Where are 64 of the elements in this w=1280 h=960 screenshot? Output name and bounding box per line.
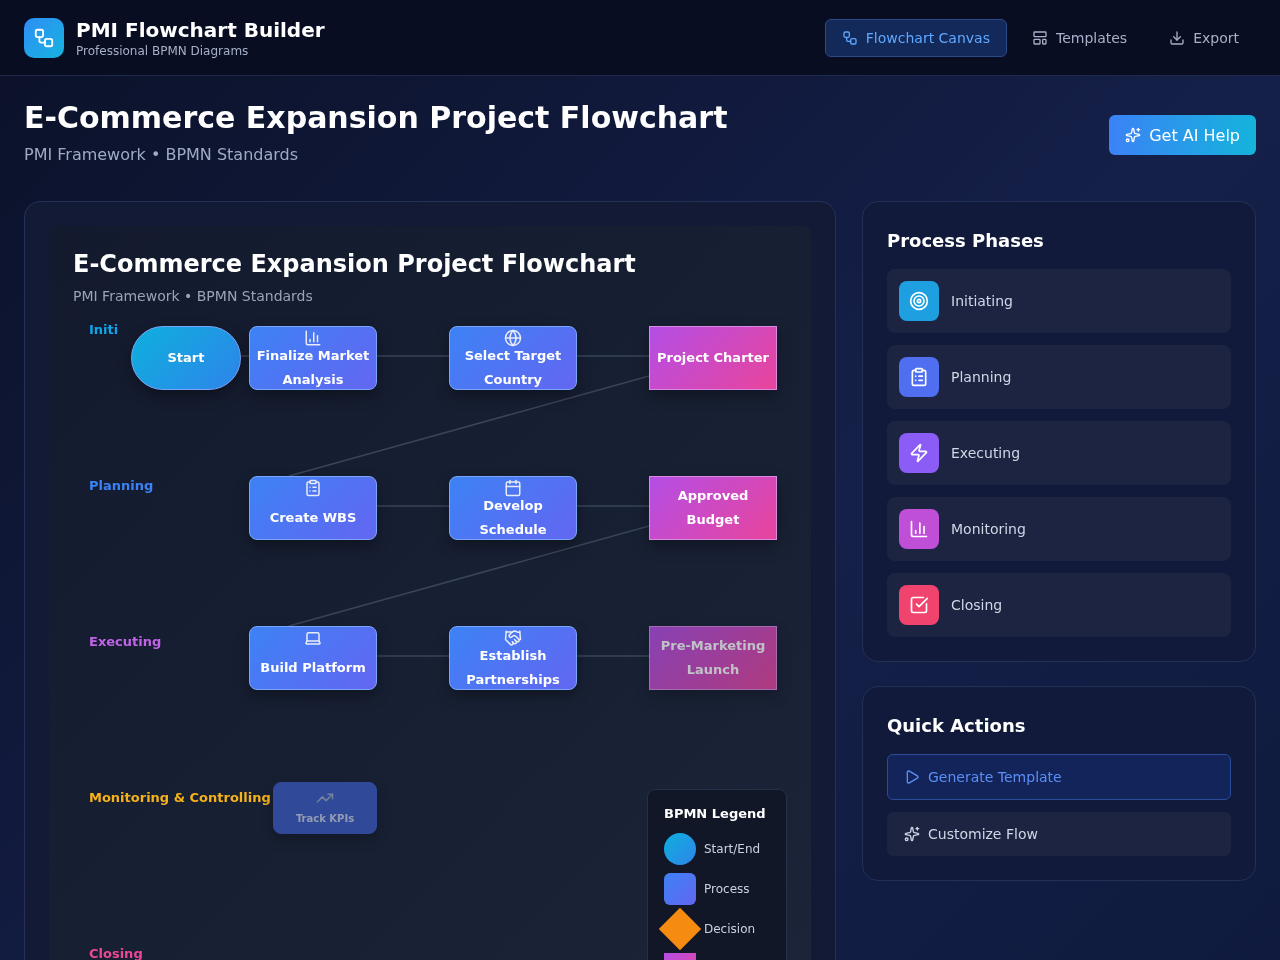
page-subtitle: PMI Framework • BPMN Standards xyxy=(24,145,300,164)
process-node[interactable]: Finalize Market Analysis xyxy=(249,326,377,390)
phase-item[interactable]: Executing xyxy=(887,421,1231,485)
legend-title: BPMN Legend xyxy=(664,806,767,821)
phase-label: Monitoring xyxy=(951,521,1026,537)
phase-item[interactable]: Initiating xyxy=(887,269,1231,333)
phase-label: Closing xyxy=(951,597,1003,613)
phase-item[interactable]: Monitoring xyxy=(887,497,1231,561)
calendar-icon xyxy=(504,479,522,497)
target-icon xyxy=(909,291,929,311)
process-node[interactable]: Build Platform xyxy=(249,626,377,690)
phase-item[interactable]: Planning xyxy=(887,345,1231,409)
start-event[interactable]: Start xyxy=(131,326,241,390)
lightning-icon xyxy=(909,443,929,463)
laptop-icon xyxy=(304,629,322,647)
play-icon xyxy=(904,769,920,785)
deliverable-node[interactable]: Pre-Marketing Launch xyxy=(649,626,777,690)
checkbox-icon xyxy=(909,595,929,615)
legend-swatch xyxy=(664,873,696,905)
canvas-title: E-Commerce Expansion Project Flowchart xyxy=(73,250,636,278)
download-icon xyxy=(1169,29,1186,46)
canvas-subtitle: PMI Framework • BPMN Standards xyxy=(73,288,314,304)
action-button[interactable]: Customize Flow xyxy=(887,812,1231,856)
lane-label: Planning xyxy=(89,478,154,493)
app-name: PMI Flowchart Builder xyxy=(76,17,325,42)
phase-item[interactable]: Closing xyxy=(887,573,1231,637)
lane-label: Initi xyxy=(89,322,119,337)
action-button[interactable]: Generate Template xyxy=(887,754,1231,800)
nav-tab[interactable]: Templates xyxy=(1015,18,1145,57)
deliverable-node[interactable]: Project Charter xyxy=(649,326,777,390)
legend-label: Decision xyxy=(704,922,756,936)
process-node[interactable]: Develop Schedule xyxy=(449,476,577,540)
card-title: Quick Actions xyxy=(887,715,1027,736)
process-node[interactable]: Track KPIs xyxy=(273,782,377,834)
app-tagline: Professional BPMN Diagrams xyxy=(76,43,250,58)
legend-label: Process xyxy=(704,882,750,896)
ai-help-button[interactable]: Get AI Help xyxy=(1109,115,1256,155)
process-node[interactable]: Create WBS xyxy=(249,476,377,540)
phase-label: Executing xyxy=(951,445,1021,461)
app-logo xyxy=(24,17,64,58)
clipboard-icon xyxy=(304,479,322,497)
phase-label: Planning xyxy=(951,369,1012,385)
card-title: Process Phases xyxy=(887,230,1045,251)
legend-swatch xyxy=(664,833,696,865)
nav-tab[interactable]: Export xyxy=(1152,18,1256,57)
nav-tab[interactable]: Flowchart Canvas xyxy=(824,18,1007,57)
legend-label: Start/End xyxy=(704,842,761,856)
bar-chart-icon xyxy=(909,519,929,539)
lane-label: Closing xyxy=(89,946,143,960)
bar-chart-icon xyxy=(304,329,322,347)
flowchart-icon xyxy=(841,29,858,46)
layout-icon xyxy=(1032,29,1048,46)
deliverable-node[interactable]: Approved Budget xyxy=(649,476,777,540)
clipboard-icon xyxy=(909,367,929,387)
process-node[interactable]: Select Target Country xyxy=(449,326,577,390)
process-node[interactable]: Establish Partnerships xyxy=(449,626,577,690)
page-title: E-Commerce Expansion Project Flowchart xyxy=(24,100,728,135)
lane-label: Monitoring & Controlling xyxy=(89,790,271,805)
sparkles-icon xyxy=(904,826,920,842)
handshake-icon xyxy=(504,629,522,647)
globe-icon xyxy=(504,329,522,347)
phase-label: Initiating xyxy=(951,293,1013,309)
sparkles-icon xyxy=(1125,127,1142,143)
lane-label: Executing xyxy=(89,634,162,649)
